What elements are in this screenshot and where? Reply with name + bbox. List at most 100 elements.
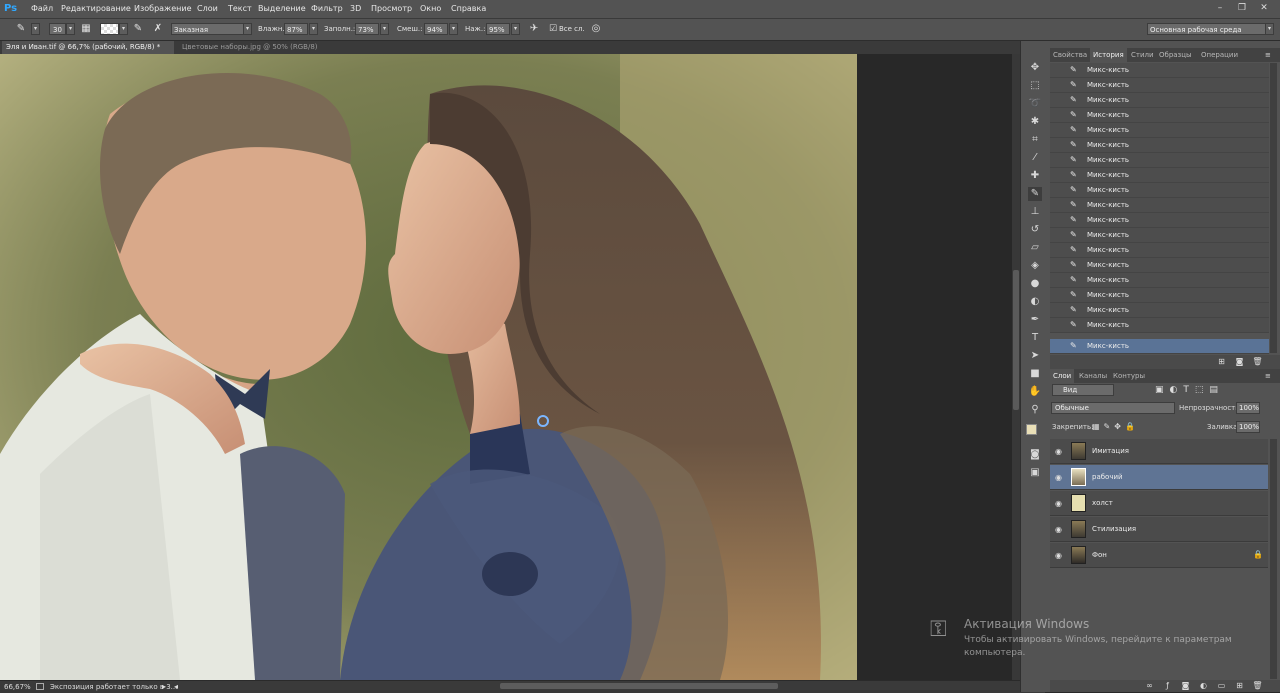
menu-layers[interactable]: Слои: [197, 0, 218, 18]
new-group-icon[interactable]: ▭: [1216, 680, 1227, 691]
history-item[interactable]: ✎ Микс-кисть: [1050, 153, 1269, 168]
history-item-current[interactable]: ✎ Микс-кисть: [1050, 339, 1269, 354]
history-item[interactable]: ✎ Микс-кисть: [1050, 213, 1269, 228]
zoom-level[interactable]: 66,67%: [4, 682, 31, 692]
paint-bucket-tool-icon[interactable]: ◈: [1028, 259, 1042, 273]
history-item[interactable]: ✎ Микс-кисть: [1050, 78, 1269, 93]
history-item[interactable]: ✎ Микс-кисть: [1050, 183, 1269, 198]
history-item[interactable]: ✎ Микс-кисть: [1050, 108, 1269, 123]
link-layers-icon[interactable]: ∞: [1144, 680, 1155, 691]
tab-layers[interactable]: Слои: [1050, 369, 1075, 383]
menu-select[interactable]: Выделение: [258, 0, 306, 18]
pressure-icon[interactable]: ◎: [589, 22, 603, 36]
history-item[interactable]: ✎ Микс-кисть: [1050, 303, 1269, 318]
history-item[interactable]: ✎ Микс-кисть: [1050, 198, 1269, 213]
new-document-from-state-icon[interactable]: ⊞: [1216, 356, 1227, 367]
delete-layer-icon[interactable]: 🗑: [1252, 680, 1263, 691]
preset-dropdown-arrow[interactable]: ▾: [243, 23, 252, 35]
wet-value[interactable]: 87%: [284, 23, 308, 35]
tab-paths[interactable]: Контуры: [1110, 369, 1148, 383]
menu-window[interactable]: Окно: [420, 0, 441, 18]
status-menu-arrow-icon[interactable]: ▸: [162, 682, 166, 692]
scroll-left-icon[interactable]: ◂: [174, 682, 178, 692]
menu-filter[interactable]: Фильтр: [311, 0, 343, 18]
workspace-dropdown[interactable]: ▾: [1265, 23, 1274, 35]
menu-view[interactable]: Просмотр: [371, 0, 412, 18]
menu-help[interactable]: Справка: [451, 0, 486, 18]
minimize-icon[interactable]: –: [1214, 3, 1226, 14]
layer-row[interactable]: ◉ Стилизация: [1050, 517, 1268, 542]
path-selection-tool-icon[interactable]: ➤: [1028, 349, 1042, 363]
visibility-eye-icon[interactable]: ◉: [1055, 525, 1065, 534]
sample-all-checkbox[interactable]: ☑: [546, 22, 560, 36]
history-item[interactable]: ✎ Микс-кисть: [1050, 63, 1269, 78]
marquee-tool-icon[interactable]: ⬚: [1028, 79, 1042, 93]
move-tool-icon[interactable]: ✥: [1028, 61, 1042, 75]
hand-tool-icon[interactable]: ✋: [1028, 385, 1042, 399]
tab-styles[interactable]: Стили: [1128, 48, 1157, 62]
history-item[interactable]: ✎ Микс-кисть: [1050, 228, 1269, 243]
mixer-brush-tool-icon[interactable]: ✎: [14, 22, 28, 36]
airbrush-icon[interactable]: ✈: [527, 22, 541, 36]
layer-row[interactable]: ◉ холст: [1050, 491, 1268, 516]
layers-menu-icon[interactable]: ≡: [1262, 369, 1274, 383]
load-value[interactable]: 73%: [355, 23, 379, 35]
crop-tool-icon[interactable]: ⌗: [1028, 133, 1042, 147]
eyedropper-tool-icon[interactable]: ⁄: [1028, 151, 1042, 165]
layer-filter-select[interactable]: Вид: [1052, 384, 1114, 396]
restore-icon[interactable]: ❐: [1236, 3, 1248, 14]
history-item[interactable]: ✎ Микс-кисть: [1050, 138, 1269, 153]
tool-preset-dropdown[interactable]: ▾: [31, 23, 40, 35]
visibility-eye-icon[interactable]: ◉: [1055, 473, 1065, 482]
layer-style-icon[interactable]: ƒ: [1162, 680, 1173, 691]
snapshot-icon[interactable]: ◙: [1234, 356, 1245, 367]
tab-channels[interactable]: Каналы: [1076, 369, 1110, 383]
mix-dropdown[interactable]: ▾: [449, 23, 458, 35]
brush-panel-icon[interactable]: ▦: [79, 22, 93, 36]
layers-scrollbar[interactable]: [1270, 439, 1277, 679]
document-canvas[interactable]: [0, 54, 857, 680]
opacity-value[interactable]: 100%: [1236, 402, 1260, 414]
blend-mode-select[interactable]: Обычные: [1051, 402, 1175, 414]
clone-stamp-tool-icon[interactable]: ⊥: [1028, 205, 1042, 219]
preset-select[interactable]: Заказная: [171, 23, 251, 35]
history-item[interactable]: ✎ Микс-кисть: [1050, 273, 1269, 288]
layer-row[interactable]: ◉ Фон 🔒: [1050, 543, 1268, 568]
menu-edit[interactable]: Редактирование: [61, 0, 131, 18]
tab-history[interactable]: История: [1090, 48, 1127, 62]
vertical-scroll-thumb[interactable]: [1013, 270, 1019, 410]
panel-menu-icon[interactable]: ≡: [1262, 48, 1274, 62]
menu-file[interactable]: Файл: [31, 0, 53, 18]
mix-value[interactable]: 94%: [424, 23, 448, 35]
history-item[interactable]: ✎ Микс-кисть: [1050, 123, 1269, 138]
adjustment-layer-icon[interactable]: ◐: [1198, 680, 1209, 691]
history-item[interactable]: ✎ Микс-кисть: [1050, 288, 1269, 303]
flow-value[interactable]: 95%: [486, 23, 510, 35]
visibility-eye-icon[interactable]: ◉: [1055, 447, 1065, 456]
tab-properties[interactable]: Свойства: [1050, 48, 1090, 62]
history-item[interactable]: ✎ Микс-кисть: [1050, 93, 1269, 108]
history-item[interactable]: ✎ Микс-кисть: [1050, 318, 1269, 333]
trash-icon[interactable]: 🗑: [1252, 356, 1263, 367]
visibility-eye-icon[interactable]: ◉: [1055, 551, 1065, 560]
dodge-tool-icon[interactable]: ◐: [1028, 295, 1042, 309]
type-tool-icon[interactable]: T: [1028, 331, 1042, 345]
workspace-select[interactable]: Основная рабочая среда: [1147, 23, 1274, 35]
screen-mode-icon[interactable]: ▣: [1028, 466, 1042, 480]
wet-dropdown[interactable]: ▾: [309, 23, 318, 35]
tab-actions[interactable]: Операции: [1198, 48, 1241, 62]
menu-type[interactable]: Текст: [228, 0, 252, 18]
clean-brush-icon[interactable]: ✗: [151, 22, 165, 36]
flow-dropdown[interactable]: ▾: [511, 23, 520, 35]
brush-size[interactable]: 30: [49, 23, 66, 35]
eraser-tool-icon[interactable]: ▱: [1028, 241, 1042, 255]
current-brush-load-swatch[interactable]: [100, 23, 119, 35]
quick-mask-icon[interactable]: ◙: [1028, 448, 1042, 462]
fill-value[interactable]: 100%: [1236, 421, 1260, 433]
layer-row[interactable]: ◉ Имитация: [1050, 439, 1268, 464]
history-item[interactable]: ✎ Микс-кисть: [1050, 168, 1269, 183]
horizontal-scroll-thumb[interactable]: [500, 683, 778, 689]
history-item[interactable]: ✎ Микс-кисть: [1050, 258, 1269, 273]
shape-tool-icon[interactable]: ■: [1028, 367, 1042, 381]
visibility-eye-icon[interactable]: ◉: [1055, 499, 1065, 508]
